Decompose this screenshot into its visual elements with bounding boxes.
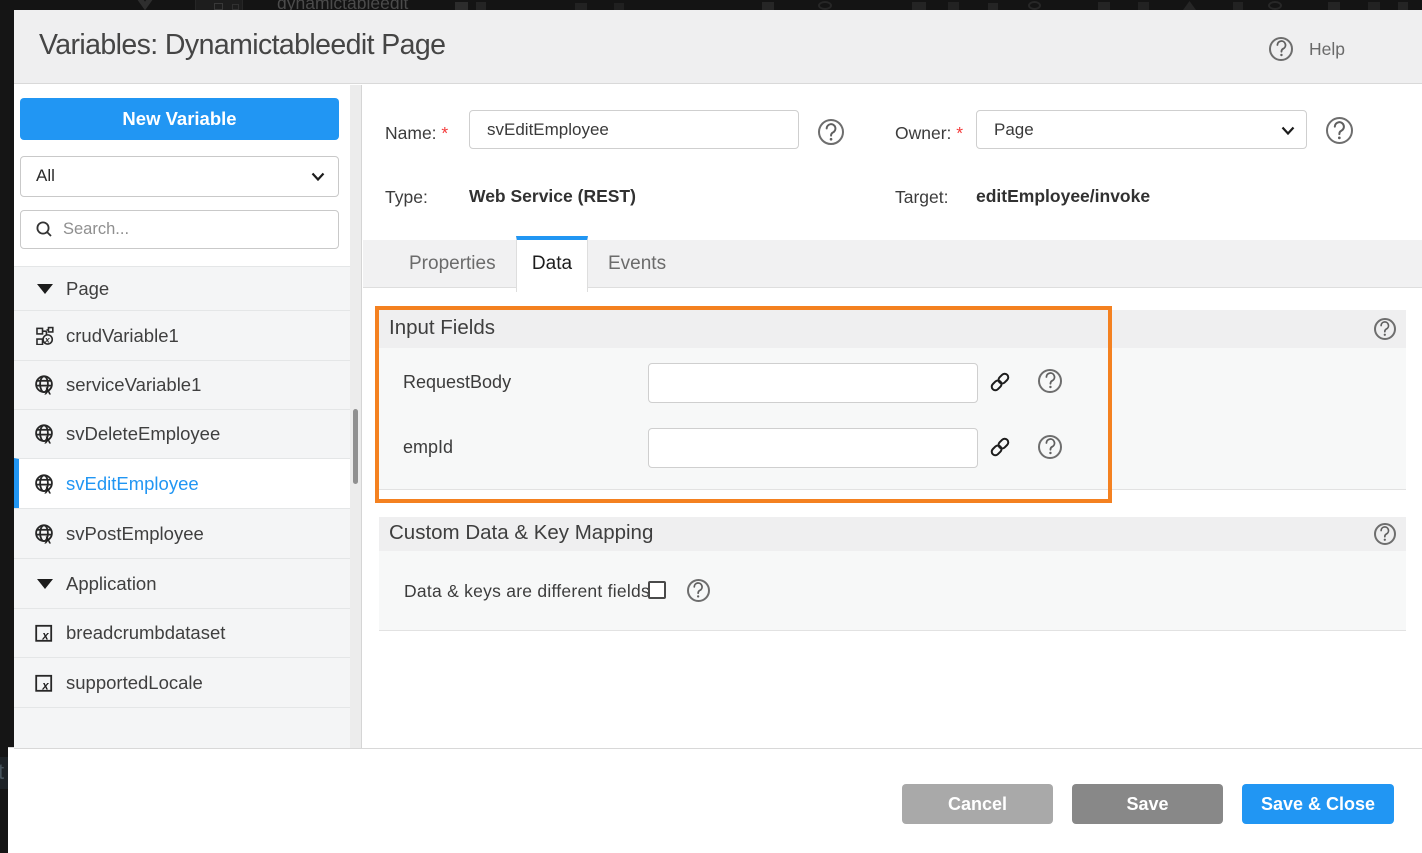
svg-text:x: x (44, 532, 53, 544)
svg-text:x: x (41, 680, 49, 692)
svg-text:x: x (44, 433, 53, 445)
svg-text:x: x (41, 630, 49, 642)
svg-text:x: x (44, 482, 53, 494)
svg-text:x: x (44, 384, 53, 396)
